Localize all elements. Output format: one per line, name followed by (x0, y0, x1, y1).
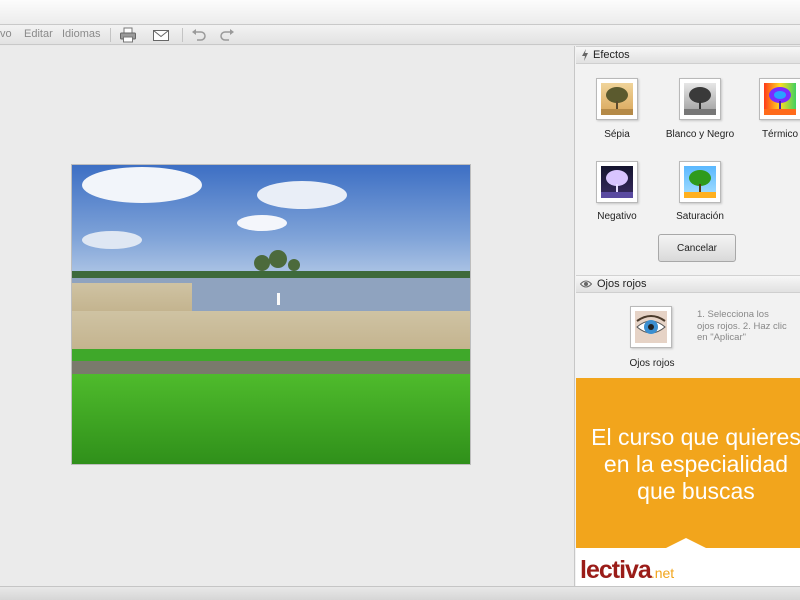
red-eye-tool-icon (635, 311, 667, 343)
eye-icon (579, 279, 593, 292)
menu-editar[interactable]: Editar (24, 28, 53, 40)
menu-idiomas[interactable]: Idiomas (62, 28, 101, 40)
red-eye-section-header[interactable]: Ojos rojos (576, 275, 800, 293)
effect-bw-label: Blanco y Negro (665, 129, 735, 140)
status-bar (0, 586, 800, 600)
tree-saturation-icon (684, 166, 716, 198)
effect-sepia-label: Sépia (604, 129, 630, 140)
side-panel: Efectos Sépia Blanco y Negro Térmico Neg… (574, 46, 800, 586)
red-eye-button[interactable] (630, 306, 672, 348)
ad-logo: lectiva.net (580, 556, 675, 584)
ad-line-2: en la especialidad (603, 451, 789, 477)
tree-sepia-icon (601, 83, 633, 115)
mail-icon[interactable] (152, 27, 170, 43)
effects-section-title: Efectos (593, 49, 630, 61)
title-bar (0, 0, 800, 25)
effect-thermal-button[interactable] (759, 78, 800, 120)
red-eye-instructions: 1. Selecciona los ojos rojos. 2. Haz cli… (697, 309, 787, 343)
effect-bw-button[interactable] (679, 78, 721, 120)
red-eye-section-title: Ojos rojos (597, 278, 647, 290)
toolbar-separator (110, 28, 111, 42)
effect-saturation-button[interactable] (679, 161, 721, 203)
effect-negative-label: Negativo (597, 211, 637, 222)
effect-sepia-button[interactable] (596, 78, 638, 120)
effect-saturation-label: Saturación (676, 211, 724, 222)
lightning-icon (581, 49, 589, 64)
tree-bw-icon (684, 83, 716, 115)
ad-line-3: que buscas (637, 478, 755, 504)
tree-negative-icon (601, 166, 633, 198)
ad-line-1: El curso que quieres (591, 424, 800, 450)
menu-bar: vo Editar Idiomas (0, 25, 800, 45)
undo-icon[interactable] (190, 27, 208, 43)
advertisement-banner[interactable]: El curso que quieres en la especialidad … (576, 378, 800, 586)
effects-section-header[interactable]: Efectos (576, 46, 800, 64)
menu-archivo[interactable]: vo (0, 28, 12, 40)
photo-preview[interactable] (71, 164, 471, 465)
toolbar-separator (182, 28, 183, 42)
tree-thermal-icon (764, 83, 796, 115)
red-eye-label: Ojos rojos (629, 358, 675, 369)
ad-speech-tail-icon (666, 538, 706, 548)
printer-icon[interactable] (119, 27, 137, 43)
effect-negative-button[interactable] (596, 161, 638, 203)
redo-icon[interactable] (218, 27, 236, 43)
effect-thermal-label: Térmico (761, 129, 799, 140)
cancel-button[interactable]: Cancelar (658, 234, 736, 262)
